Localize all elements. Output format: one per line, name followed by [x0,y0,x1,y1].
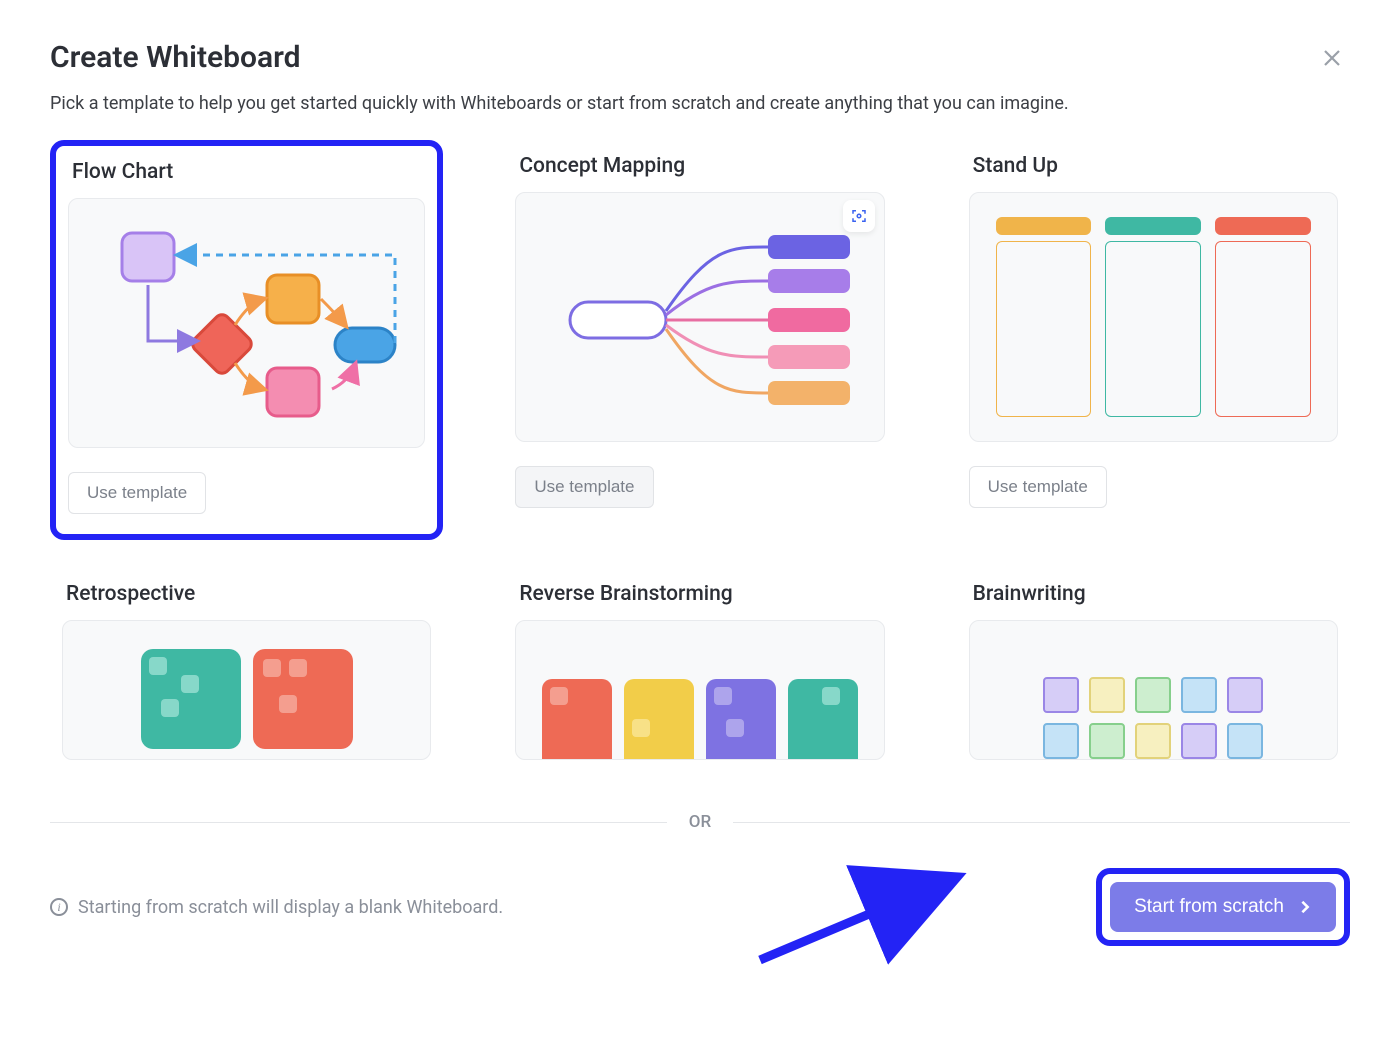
page-subtitle: Pick a template to help you get started … [50,93,1350,114]
concept-map-icon [530,207,870,427]
chevron-right-icon [1298,900,1312,914]
template-title: Concept Mapping [519,154,884,178]
template-preview [515,620,884,760]
template-preview [68,198,425,448]
template-card-reverse-brainstorming[interactable]: Reverse Brainstorming [503,568,896,780]
close-button[interactable] [1314,40,1350,79]
template-card-retrospective[interactable]: Retrospective [50,568,443,780]
template-preview [62,620,431,760]
frame-expand-icon [850,207,868,225]
close-icon [1320,46,1344,70]
template-card-stand-up[interactable]: Stand Up Use template [957,140,1350,540]
flow-chart-icon [77,213,417,433]
template-grid: Flow Chart [50,140,1350,780]
template-title: Retrospective [66,582,431,606]
template-title: Brainwriting [973,582,1338,606]
page-title: Create Whiteboard [50,40,301,75]
use-template-button[interactable]: Use template [515,466,653,508]
template-card-brainwriting[interactable]: Brainwriting [957,568,1350,780]
scratch-highlight: Start from scratch [1096,868,1350,946]
template-title: Flow Chart [72,160,425,184]
template-card-concept-mapping[interactable]: Concept Mapping [503,140,896,540]
divider: OR [50,812,1350,832]
template-card-flow-chart[interactable]: Flow Chart [50,140,443,540]
use-template-button[interactable]: Use template [68,472,206,514]
template-preview [969,620,1338,760]
template-title: Reverse Brainstorming [519,582,884,606]
expand-button[interactable] [843,200,875,232]
template-title: Stand Up [973,154,1338,178]
template-preview [515,192,884,442]
divider-label: OR [689,812,711,832]
use-template-button[interactable]: Use template [969,466,1107,508]
info-icon: i [50,898,68,916]
start-from-scratch-button[interactable]: Start from scratch [1110,882,1336,932]
template-preview [969,192,1338,442]
scratch-hint-text: Starting from scratch will display a bla… [78,897,503,918]
scratch-hint: i Starting from scratch will display a b… [50,897,503,918]
scratch-label: Start from scratch [1134,896,1284,918]
